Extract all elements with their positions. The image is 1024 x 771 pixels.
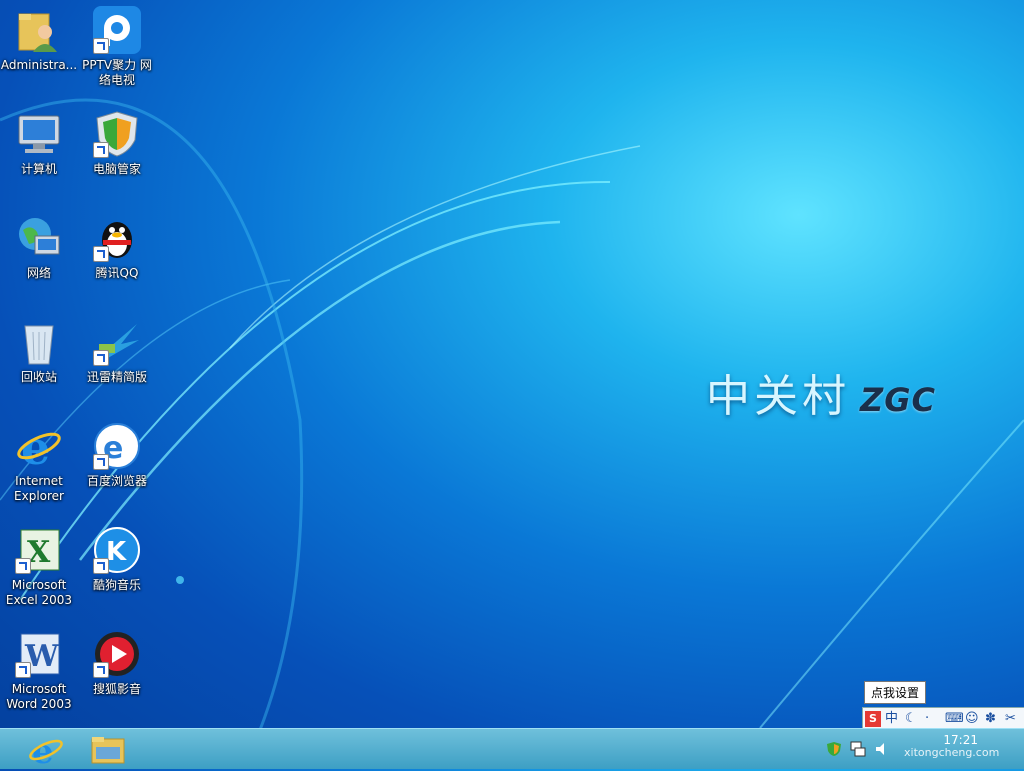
shortcut-arrow-icon bbox=[93, 662, 109, 678]
skin-icon[interactable]: ✽ bbox=[985, 711, 1001, 727]
internet-explorer-icon: e bbox=[15, 421, 63, 475]
pc-manager-shield-icon bbox=[93, 110, 141, 158]
network-tray-icon[interactable] bbox=[850, 741, 866, 757]
desktop-icon-label: 网络 bbox=[26, 266, 51, 280]
qq-penguin-icon bbox=[93, 214, 141, 262]
svg-text:K: K bbox=[106, 537, 127, 567]
file-explorer-icon bbox=[91, 737, 125, 764]
baidu-browser-icon: e bbox=[93, 422, 141, 470]
desktop-icon-label: Microsoft Excel 2003 bbox=[5, 578, 73, 607]
shortcut-arrow-icon bbox=[93, 454, 109, 470]
desktop-icon-baidu-browser[interactable]: e 百度浏览器 bbox=[78, 416, 156, 516]
shortcut-arrow-icon bbox=[15, 662, 31, 678]
ime-tooltip: 点我设置 bbox=[864, 681, 927, 704]
desktop-icon-network[interactable]: 网络 bbox=[0, 208, 78, 308]
volume-tray-icon[interactable] bbox=[874, 741, 890, 757]
desktop-icon-excel[interactable]: X Microsoft Excel 2003 bbox=[0, 520, 78, 620]
shortcut-arrow-icon bbox=[93, 350, 109, 366]
pptv-icon bbox=[93, 6, 141, 54]
shortcut-arrow-icon bbox=[93, 558, 109, 574]
desktop-icon-label: 电脑管家 bbox=[92, 162, 141, 176]
desktop-icon-label: PPTV聚力 网络电视 bbox=[82, 58, 152, 87]
desktop-icon-xunlei[interactable]: 迅雷精简版 bbox=[78, 312, 156, 412]
desktop-icon-word[interactable]: W Microsoft Word 2003 bbox=[0, 624, 78, 724]
desktop-icon-label: Microsoft Word 2003 bbox=[6, 682, 72, 711]
brand-logo: 中关村 ZGC bbox=[706, 360, 936, 424]
taskbar: e 17:21 bbox=[0, 728, 1024, 771]
excel-icon: X bbox=[15, 526, 63, 574]
user-folder-icon bbox=[15, 6, 63, 54]
internet-explorer-icon: e bbox=[29, 732, 63, 771]
desktop-icon-label: 计算机 bbox=[20, 162, 57, 176]
recycle-bin-icon bbox=[15, 318, 63, 366]
shortcut-arrow-icon bbox=[93, 38, 109, 54]
desktop-icon-label: 迅雷精简版 bbox=[86, 370, 147, 384]
desktop-icon-pptv[interactable]: PPTV聚力 网络电视 bbox=[78, 0, 156, 100]
word-icon: W bbox=[15, 630, 63, 678]
sogou-logo-icon[interactable]: S bbox=[865, 711, 881, 727]
watermark-text: xitongcheng.com bbox=[904, 746, 1000, 759]
computer-icon bbox=[15, 110, 63, 158]
pc-manager-tray-icon[interactable] bbox=[826, 741, 842, 757]
shortcut-arrow-icon bbox=[15, 558, 31, 574]
site-watermark: xitongcheng.com bbox=[904, 746, 999, 759]
desktop-icon-label: 百度浏览器 bbox=[86, 474, 147, 488]
xunlei-bird-icon bbox=[93, 318, 141, 366]
desktop-icon-kugou[interactable]: K 酷狗音乐 bbox=[78, 520, 156, 620]
keyboard-icon[interactable]: ⌨ bbox=[945, 711, 964, 727]
sohu-video-icon bbox=[93, 630, 141, 678]
tools-icon[interactable]: ✂ bbox=[1005, 711, 1021, 727]
desktop-icon-label: 腾讯QQ bbox=[95, 266, 139, 280]
kugou-icon: K bbox=[93, 526, 141, 574]
desktop-icon-qq[interactable]: 腾讯QQ bbox=[78, 208, 156, 308]
dot-icon[interactable]: · bbox=[925, 711, 941, 727]
desktop-icon-label: 回收站 bbox=[20, 370, 57, 384]
shortcut-arrow-icon bbox=[93, 246, 109, 262]
desktop-icon-label: 搜狐影音 bbox=[92, 682, 141, 696]
clock-time: 17:21 bbox=[943, 733, 978, 747]
desktop-icon-internet-explorer[interactable]: e Internet Explorer bbox=[0, 416, 78, 516]
desktop-icon-sohu-video[interactable]: 搜狐影音 bbox=[78, 624, 156, 724]
shortcut-arrow-icon bbox=[93, 142, 109, 158]
desktop-icon-label: Administra... bbox=[0, 58, 78, 72]
desktop-icon-pc-manager[interactable]: 电脑管家 bbox=[78, 104, 156, 204]
ime-lang-toggle[interactable]: 中 bbox=[885, 711, 901, 727]
desktop-icon-computer[interactable]: 计算机 bbox=[0, 104, 78, 204]
taskbar-ie-button[interactable]: e bbox=[20, 731, 72, 771]
moon-punctuation-icon[interactable]: ☾ bbox=[905, 711, 921, 727]
taskbar-explorer-button[interactable] bbox=[82, 731, 134, 767]
desktop-icon-label: Internet Explorer bbox=[14, 474, 64, 503]
desktop-icon-label: 酷狗音乐 bbox=[92, 578, 141, 592]
desktop-icon-administrator[interactable]: Administra... bbox=[0, 0, 78, 100]
desktop-icon-recycle-bin[interactable]: 回收站 bbox=[0, 312, 78, 412]
brand-en: ZGC bbox=[860, 381, 936, 419]
brand-cn: 中关村 bbox=[706, 371, 850, 422]
user-icon[interactable]: ☺ bbox=[965, 711, 981, 727]
network-globe-icon bbox=[15, 214, 63, 262]
